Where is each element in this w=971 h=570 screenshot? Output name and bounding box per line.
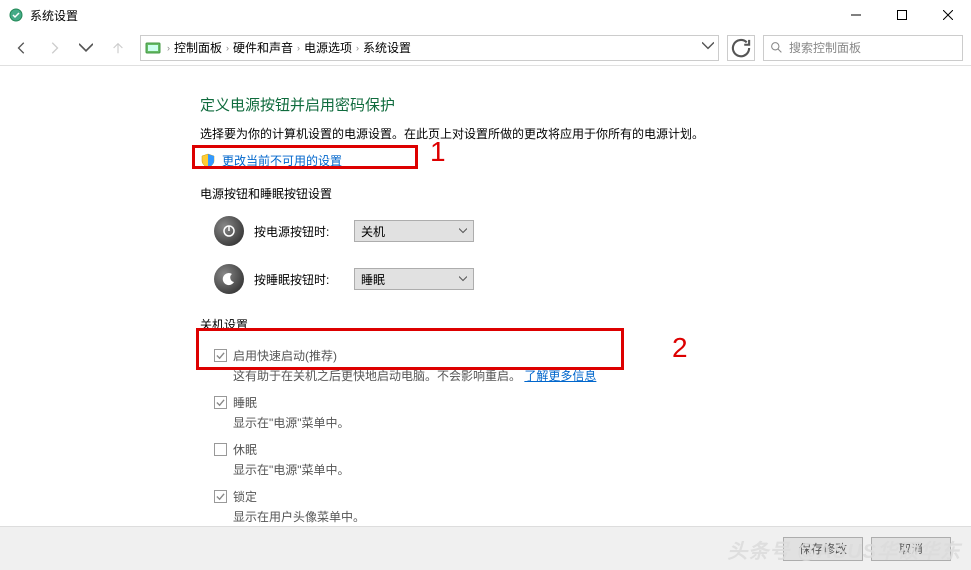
fast-startup-label: 启用快速启动(推荐) (233, 347, 337, 364)
power-button-label: 按电源按钮时: (254, 223, 344, 240)
breadcrumb-item[interactable]: 电源选项 (304, 39, 352, 56)
window-title: 系统设置 (30, 7, 78, 24)
sleep-desc: 显示在"电源"菜单中。 (233, 414, 911, 431)
section-label-shutdown: 关机设置 (200, 316, 911, 333)
hibernate-label: 休眠 (233, 441, 257, 458)
control-panel-icon (145, 40, 161, 56)
annotation-label-2: 2 (672, 332, 688, 364)
app-icon (8, 7, 24, 23)
page-heading: 定义电源按钮并启用密码保护 (200, 94, 911, 115)
sleep-icon (214, 264, 244, 294)
chevron-down-icon (459, 275, 467, 283)
chevron-right-icon: › (167, 43, 170, 53)
shield-icon (200, 153, 216, 169)
up-button[interactable] (104, 34, 132, 62)
close-button[interactable] (925, 0, 971, 30)
cancel-button[interactable]: 取消 (871, 537, 951, 561)
fast-startup-checkbox[interactable] (214, 349, 227, 362)
chevron-down-icon[interactable] (702, 40, 714, 55)
lock-checkbox[interactable] (214, 490, 227, 503)
forward-button[interactable] (40, 34, 68, 62)
sleep-button-label: 按睡眠按钮时: (254, 271, 344, 288)
chevron-right-icon: › (297, 43, 300, 53)
search-placeholder: 搜索控制面板 (789, 39, 861, 56)
chevron-down-icon (459, 227, 467, 235)
maximize-button[interactable] (879, 0, 925, 30)
change-unavailable-link[interactable]: 更改当前不可用的设置 (222, 152, 342, 169)
sleep-button-select[interactable]: 睡眠 (354, 268, 474, 290)
hibernate-checkbox[interactable] (214, 443, 227, 456)
hibernate-desc: 显示在"电源"菜单中。 (233, 461, 911, 478)
learn-more-link[interactable]: 了解更多信息 (524, 369, 596, 383)
breadcrumb-item[interactable]: 硬件和声音 (233, 39, 293, 56)
page-description: 选择要为你的计算机设置的电源设置。在此页上对设置所做的更改将应用于你所有的电源计… (200, 125, 911, 142)
chevron-right-icon: › (226, 43, 229, 53)
save-button[interactable]: 保存修改 (783, 537, 863, 561)
search-input[interactable]: 搜索控制面板 (763, 35, 963, 61)
annotation-label-1: 1 (430, 136, 446, 168)
address-bar[interactable]: › 控制面板 › 硬件和声音 › 电源选项 › 系统设置 (140, 35, 719, 61)
lock-desc: 显示在用户头像菜单中。 (233, 508, 911, 525)
minimize-button[interactable] (833, 0, 879, 30)
chevron-right-icon: › (356, 43, 359, 53)
power-button-select[interactable]: 关机 (354, 220, 474, 242)
power-icon (214, 216, 244, 246)
search-icon (770, 41, 783, 54)
sleep-checkbox[interactable] (214, 396, 227, 409)
back-button[interactable] (8, 34, 36, 62)
breadcrumb-item[interactable]: 系统设置 (363, 39, 411, 56)
breadcrumb-item[interactable]: 控制面板 (174, 39, 222, 56)
refresh-button[interactable] (727, 35, 755, 61)
lock-label: 锁定 (233, 488, 257, 505)
sleep-label: 睡眠 (233, 394, 257, 411)
recent-dropdown[interactable] (72, 34, 100, 62)
section-label-buttons: 电源按钮和睡眠按钮设置 (200, 185, 911, 202)
fast-startup-desc: 这有助于在关机之后更快地启动电脑。不会影响重启。 (233, 369, 521, 383)
